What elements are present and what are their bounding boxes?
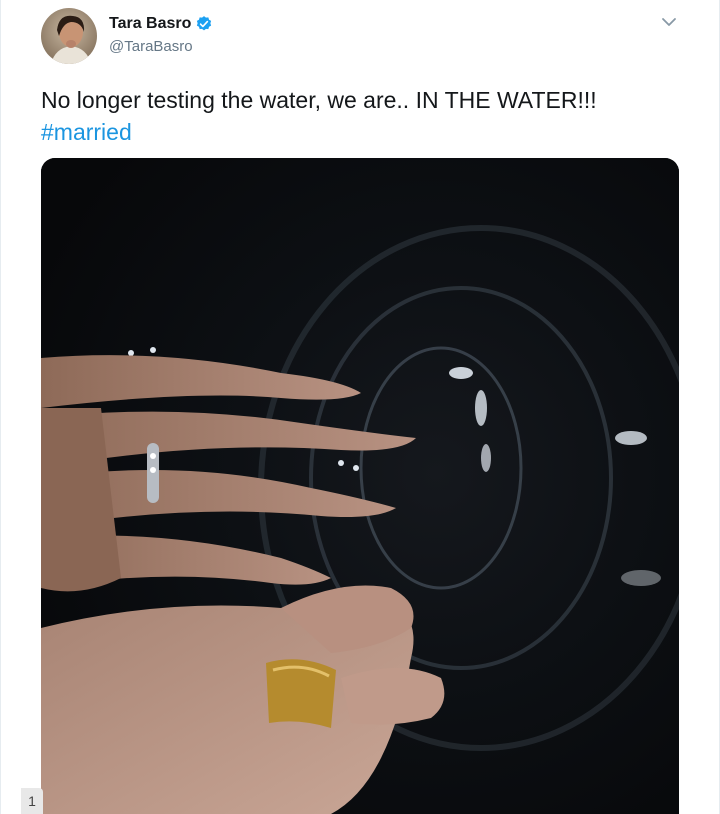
author-display-name[interactable]: Tara Basro (109, 14, 191, 34)
tweet-photo[interactable] (41, 158, 679, 814)
author-handle[interactable]: @TaraBasro (109, 38, 213, 56)
tweet-card: Tara Basro @TaraBasro No longer testing … (0, 0, 720, 814)
tweet-author: Tara Basro @TaraBasro (109, 14, 213, 56)
avatar-image (41, 8, 97, 64)
hashtag-link[interactable]: #married (41, 119, 132, 145)
photo-hands-in-water (41, 158, 679, 814)
chevron-down-icon[interactable] (659, 12, 679, 32)
avatar[interactable] (41, 8, 97, 64)
name-row: Tara Basro (109, 14, 213, 34)
media-counter: 1 (21, 788, 43, 814)
verified-badge-icon (195, 15, 213, 33)
tweet-text: No longer testing the water, we are.. IN… (41, 84, 681, 148)
tweet-body: No longer testing the water, we are.. IN… (41, 87, 597, 113)
